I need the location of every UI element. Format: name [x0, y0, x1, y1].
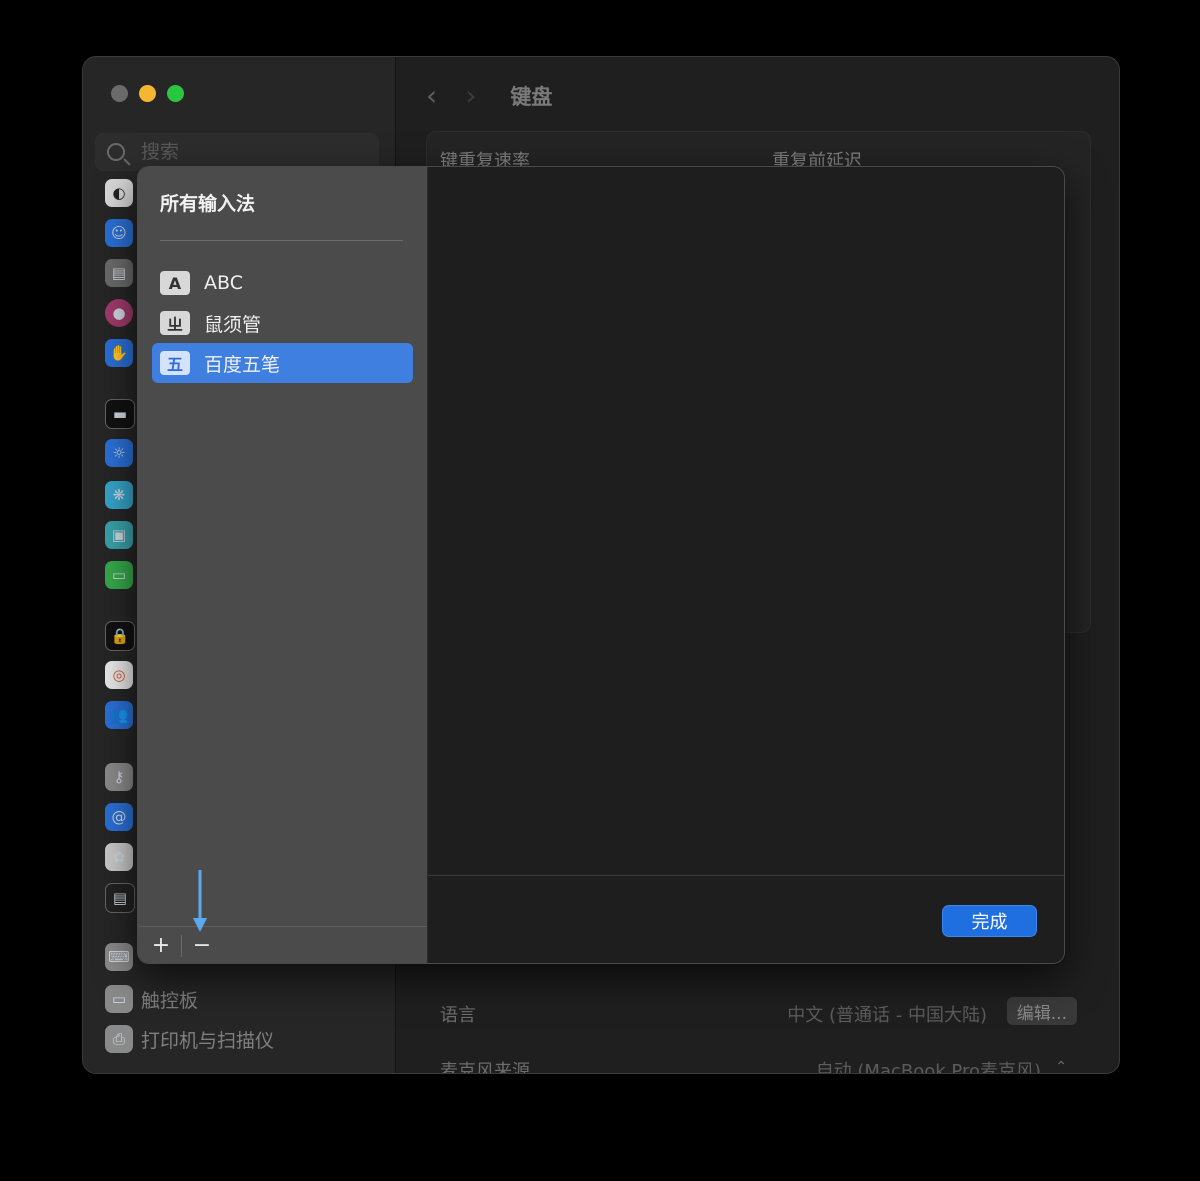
close-window-button[interactable]: [111, 85, 128, 102]
search-icon: [107, 143, 125, 161]
microphone-source-label: 麦克风来源: [440, 1061, 530, 1074]
edit-language-button[interactable]: 编辑...: [1006, 997, 1077, 1025]
printer-icon: ⎙: [105, 1025, 133, 1053]
navigation-bar: ‹ › 键盘: [426, 79, 552, 112]
desktop-dock-icon[interactable]: ▬: [105, 399, 135, 429]
forward-chevron-icon[interactable]: ›: [465, 79, 476, 112]
search-input[interactable]: [139, 140, 363, 164]
squirrel-input-icon: ㄓ: [160, 311, 190, 335]
lock-screen-icon[interactable]: 🔒: [105, 621, 135, 651]
siri-spotlight-icon[interactable]: ●: [105, 299, 133, 327]
input-method-label: ABC: [204, 272, 243, 294]
touch-id-icon[interactable]: ◎: [105, 661, 133, 689]
back-chevron-icon[interactable]: ‹: [426, 79, 437, 112]
maximize-window-button[interactable]: [167, 85, 184, 102]
abc-keyboard-icon: A: [160, 271, 190, 295]
page-title: 键盘: [510, 84, 553, 109]
input-methods-list: A ABC ㄓ 鼠须管 五 百度五笔: [152, 263, 413, 383]
internet-accounts-icon[interactable]: @: [105, 803, 133, 831]
sidebar-item-label: 触控板: [141, 989, 199, 1012]
language-label: 语言: [440, 1005, 476, 1026]
input-method-abc[interactable]: A ABC: [152, 263, 413, 303]
list-footer: + −: [138, 926, 427, 963]
sidebar-item-trackpad[interactable]: ▭ 触控板: [105, 983, 198, 1015]
game-center-icon[interactable]: ✿: [105, 843, 133, 871]
wallet-icon[interactable]: ▤: [105, 883, 135, 913]
keyboard-icon[interactable]: ⌨: [105, 943, 133, 971]
input-methods-panel: 所有输入法 A ABC ㄓ 鼠须管 五 百度五笔 + −: [138, 167, 428, 963]
sheet-title: 所有输入法: [160, 193, 256, 215]
traffic-lights: [111, 85, 184, 102]
privacy-hand-icon[interactable]: ✋: [105, 339, 133, 367]
add-input-method-button[interactable]: +: [147, 931, 175, 959]
input-method-label: 百度五笔: [204, 353, 281, 376]
chevron-updown-icon[interactable]: ⌃: [1055, 1059, 1067, 1073]
input-method-detail-panel: 完成: [428, 167, 1064, 963]
control-center-icon[interactable]: ▤: [105, 259, 133, 287]
users-groups-icon[interactable]: 👥: [105, 701, 133, 729]
annotation-arrow-icon: [193, 870, 207, 932]
wallpaper-icon[interactable]: ❋: [105, 481, 133, 509]
sidebar-item-label: 打印机与扫描仪: [141, 1029, 275, 1052]
divider: [428, 875, 1064, 876]
input-method-label: 鼠须管: [204, 313, 262, 336]
input-method-squirrel[interactable]: ㄓ 鼠须管: [152, 303, 413, 343]
sidebar-item-printers[interactable]: ⎙ 打印机与扫描仪: [105, 1023, 274, 1055]
microphone-source-value[interactable]: 自动 (MacBook Pro麦克风): [816, 1057, 1041, 1073]
passwords-icon[interactable]: ⚷: [105, 763, 133, 791]
displays-icon[interactable]: ☼: [105, 439, 133, 467]
wubi-input-icon: 五: [160, 351, 190, 375]
remove-input-method-button[interactable]: −: [188, 931, 216, 959]
input-sources-sheet: 所有输入法 A ABC ㄓ 鼠须管 五 百度五笔 + − 完成: [137, 166, 1065, 964]
input-method-baidu-wubi[interactable]: 五 百度五笔: [152, 343, 413, 383]
accessibility-icon[interactable]: ☺: [105, 219, 133, 247]
divider: [181, 935, 182, 957]
minimize-window-button[interactable]: [139, 85, 156, 102]
trackpad-icon: ▭: [105, 985, 133, 1013]
siri-icon[interactable]: ◐: [105, 179, 133, 207]
battery-icon[interactable]: ▭: [105, 561, 133, 589]
divider: [160, 240, 403, 241]
screen-saver-icon[interactable]: ▣: [105, 521, 133, 549]
language-value: 中文 (普通话 - 中国大陆): [787, 1005, 987, 1026]
done-button[interactable]: 完成: [942, 905, 1037, 937]
